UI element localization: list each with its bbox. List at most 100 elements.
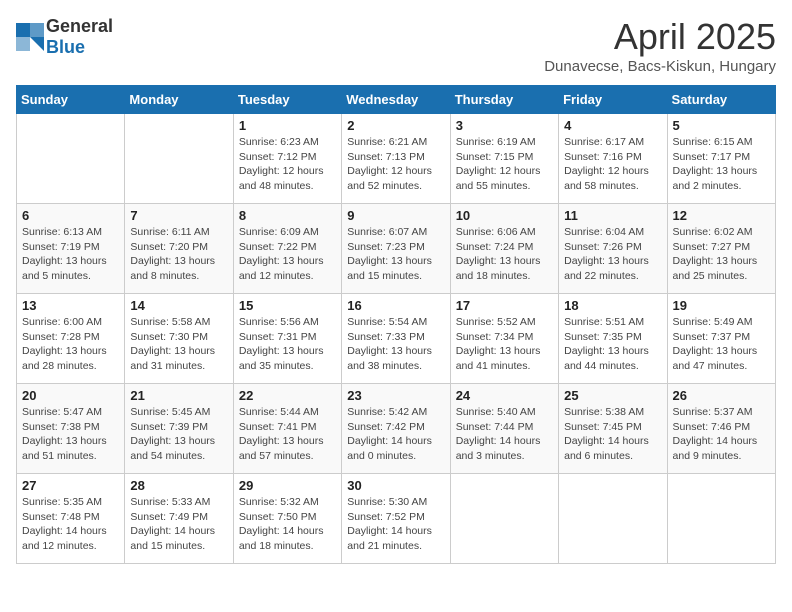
day-number: 5 xyxy=(673,118,770,133)
weekday-header-row: SundayMondayTuesdayWednesdayThursdayFrid… xyxy=(17,86,776,114)
calendar-title: April 2025 xyxy=(544,16,776,58)
calendar-week-row: 1 Sunrise: 6:23 AM Sunset: 7:12 PM Daylig… xyxy=(17,114,776,204)
calendar-cell: 5 Sunrise: 6:15 AM Sunset: 7:17 PM Daylig… xyxy=(667,114,775,204)
day-info: Sunrise: 5:44 AM Sunset: 7:41 PM Dayligh… xyxy=(239,405,336,464)
calendar-cell xyxy=(559,474,667,564)
day-info: Sunrise: 5:37 AM Sunset: 7:46 PM Dayligh… xyxy=(673,405,770,464)
weekday-header-monday: Monday xyxy=(125,86,233,114)
day-info: Sunrise: 6:06 AM Sunset: 7:24 PM Dayligh… xyxy=(456,225,553,284)
logo: General Blue xyxy=(16,16,113,58)
calendar-cell: 4 Sunrise: 6:17 AM Sunset: 7:16 PM Daylig… xyxy=(559,114,667,204)
day-number: 30 xyxy=(347,478,444,493)
day-number: 12 xyxy=(673,208,770,223)
calendar-cell xyxy=(667,474,775,564)
day-number: 27 xyxy=(22,478,119,493)
logo-icon xyxy=(16,23,44,51)
day-info: Sunrise: 6:11 AM Sunset: 7:20 PM Dayligh… xyxy=(130,225,227,284)
day-number: 13 xyxy=(22,298,119,313)
day-info: Sunrise: 6:23 AM Sunset: 7:12 PM Dayligh… xyxy=(239,135,336,194)
day-info: Sunrise: 6:00 AM Sunset: 7:28 PM Dayligh… xyxy=(22,315,119,374)
day-number: 8 xyxy=(239,208,336,223)
calendar-cell: 7Sunrise: 6:11 AM Sunset: 7:20 PM Daylig… xyxy=(125,204,233,294)
calendar-cell: 1 Sunrise: 6:23 AM Sunset: 7:12 PM Daylig… xyxy=(233,114,341,204)
day-number: 10 xyxy=(456,208,553,223)
calendar-cell: 22 Sunrise: 5:44 AM Sunset: 7:41 PM Dayli… xyxy=(233,384,341,474)
logo-text-general: General xyxy=(46,16,113,36)
day-info: Sunrise: 5:47 AM Sunset: 7:38 PM Dayligh… xyxy=(22,405,119,464)
day-info: Sunrise: 5:40 AM Sunset: 7:44 PM Dayligh… xyxy=(456,405,553,464)
weekday-header-wednesday: Wednesday xyxy=(342,86,450,114)
calendar-cell: 2 Sunrise: 6:21 AM Sunset: 7:13 PM Daylig… xyxy=(342,114,450,204)
day-info: Sunrise: 6:02 AM Sunset: 7:27 PM Dayligh… xyxy=(673,225,770,284)
day-number: 24 xyxy=(456,388,553,403)
calendar-cell: 15 Sunrise: 5:56 AM Sunset: 7:31 PM Dayli… xyxy=(233,294,341,384)
calendar-cell: 21 Sunrise: 5:45 AM Sunset: 7:39 PM Dayli… xyxy=(125,384,233,474)
day-number: 19 xyxy=(673,298,770,313)
calendar-cell: 28Sunrise: 5:33 AM Sunset: 7:49 PM Dayli… xyxy=(125,474,233,564)
day-info: Sunrise: 6:07 AM Sunset: 7:23 PM Dayligh… xyxy=(347,225,444,284)
calendar-cell: 29Sunrise: 5:32 AM Sunset: 7:50 PM Dayli… xyxy=(233,474,341,564)
calendar-week-row: 13 Sunrise: 6:00 AM Sunset: 7:28 PM Dayli… xyxy=(17,294,776,384)
day-number: 4 xyxy=(564,118,661,133)
day-number: 21 xyxy=(130,388,227,403)
day-number: 29 xyxy=(239,478,336,493)
day-number: 22 xyxy=(239,388,336,403)
weekday-header-thursday: Thursday xyxy=(450,86,558,114)
day-info: Sunrise: 5:54 AM Sunset: 7:33 PM Dayligh… xyxy=(347,315,444,374)
day-number: 3 xyxy=(456,118,553,133)
day-info: Sunrise: 6:19 AM Sunset: 7:15 PM Dayligh… xyxy=(456,135,553,194)
calendar-cell: 24 Sunrise: 5:40 AM Sunset: 7:44 PM Dayli… xyxy=(450,384,558,474)
calendar-cell: 27 Sunrise: 5:35 AM Sunset: 7:48 PM Dayli… xyxy=(17,474,125,564)
day-number: 17 xyxy=(456,298,553,313)
calendar-cell: 6Sunrise: 6:13 AM Sunset: 7:19 PM Daylig… xyxy=(17,204,125,294)
day-info: Sunrise: 5:49 AM Sunset: 7:37 PM Dayligh… xyxy=(673,315,770,374)
calendar-cell: 17 Sunrise: 5:52 AM Sunset: 7:34 PM Dayli… xyxy=(450,294,558,384)
weekday-header-sunday: Sunday xyxy=(17,86,125,114)
day-info: Sunrise: 6:09 AM Sunset: 7:22 PM Dayligh… xyxy=(239,225,336,284)
day-number: 25 xyxy=(564,388,661,403)
day-info: Sunrise: 6:17 AM Sunset: 7:16 PM Dayligh… xyxy=(564,135,661,194)
calendar-cell: 11Sunrise: 6:04 AM Sunset: 7:26 PM Dayli… xyxy=(559,204,667,294)
calendar-cell: 30 Sunrise: 5:30 AM Sunset: 7:52 PM Dayli… xyxy=(342,474,450,564)
day-info: Sunrise: 5:30 AM Sunset: 7:52 PM Dayligh… xyxy=(347,495,444,554)
day-info: Sunrise: 5:52 AM Sunset: 7:34 PM Dayligh… xyxy=(456,315,553,374)
day-number: 16 xyxy=(347,298,444,313)
day-number: 6 xyxy=(22,208,119,223)
day-number: 20 xyxy=(22,388,119,403)
calendar-cell: 14 Sunrise: 5:58 AM Sunset: 7:30 PM Dayli… xyxy=(125,294,233,384)
day-info: Sunrise: 5:56 AM Sunset: 7:31 PM Dayligh… xyxy=(239,315,336,374)
calendar-table: SundayMondayTuesdayWednesdayThursdayFrid… xyxy=(16,85,776,564)
day-number: 18 xyxy=(564,298,661,313)
day-number: 28 xyxy=(130,478,227,493)
day-info: Sunrise: 5:58 AM Sunset: 7:30 PM Dayligh… xyxy=(130,315,227,374)
day-number: 1 xyxy=(239,118,336,133)
calendar-cell: 20 Sunrise: 5:47 AM Sunset: 7:38 PM Dayli… xyxy=(17,384,125,474)
day-info: Sunrise: 5:51 AM Sunset: 7:35 PM Dayligh… xyxy=(564,315,661,374)
page-header: General Blue April 2025 Dunavecse, Bacs-… xyxy=(16,16,776,75)
calendar-body: 1 Sunrise: 6:23 AM Sunset: 7:12 PM Daylig… xyxy=(17,114,776,564)
calendar-subtitle: Dunavecse, Bacs-Kiskun, Hungary xyxy=(544,58,776,75)
day-info: Sunrise: 5:35 AM Sunset: 7:48 PM Dayligh… xyxy=(22,495,119,554)
calendar-cell: 3 Sunrise: 6:19 AM Sunset: 7:15 PM Daylig… xyxy=(450,114,558,204)
day-number: 11 xyxy=(564,208,661,223)
calendar-cell xyxy=(450,474,558,564)
day-number: 14 xyxy=(130,298,227,313)
day-info: Sunrise: 5:45 AM Sunset: 7:39 PM Dayligh… xyxy=(130,405,227,464)
day-info: Sunrise: 6:15 AM Sunset: 7:17 PM Dayligh… xyxy=(673,135,770,194)
calendar-cell: 23 Sunrise: 5:42 AM Sunset: 7:42 PM Dayli… xyxy=(342,384,450,474)
calendar-cell: 18 Sunrise: 5:51 AM Sunset: 7:35 PM Dayli… xyxy=(559,294,667,384)
day-info: Sunrise: 5:42 AM Sunset: 7:42 PM Dayligh… xyxy=(347,405,444,464)
calendar-cell xyxy=(17,114,125,204)
calendar-cell: 26 Sunrise: 5:37 AM Sunset: 7:46 PM Dayli… xyxy=(667,384,775,474)
day-number: 23 xyxy=(347,388,444,403)
calendar-cell: 16 Sunrise: 5:54 AM Sunset: 7:33 PM Dayli… xyxy=(342,294,450,384)
day-info: Sunrise: 6:21 AM Sunset: 7:13 PM Dayligh… xyxy=(347,135,444,194)
day-number: 26 xyxy=(673,388,770,403)
calendar-week-row: 20 Sunrise: 5:47 AM Sunset: 7:38 PM Dayli… xyxy=(17,384,776,474)
day-number: 2 xyxy=(347,118,444,133)
day-number: 15 xyxy=(239,298,336,313)
calendar-cell: 10 Sunrise: 6:06 AM Sunset: 7:24 PM Dayli… xyxy=(450,204,558,294)
calendar-week-row: 27 Sunrise: 5:35 AM Sunset: 7:48 PM Dayli… xyxy=(17,474,776,564)
calendar-cell: 12 Sunrise: 6:02 AM Sunset: 7:27 PM Dayli… xyxy=(667,204,775,294)
calendar-cell: 8 Sunrise: 6:09 AM Sunset: 7:22 PM Daylig… xyxy=(233,204,341,294)
